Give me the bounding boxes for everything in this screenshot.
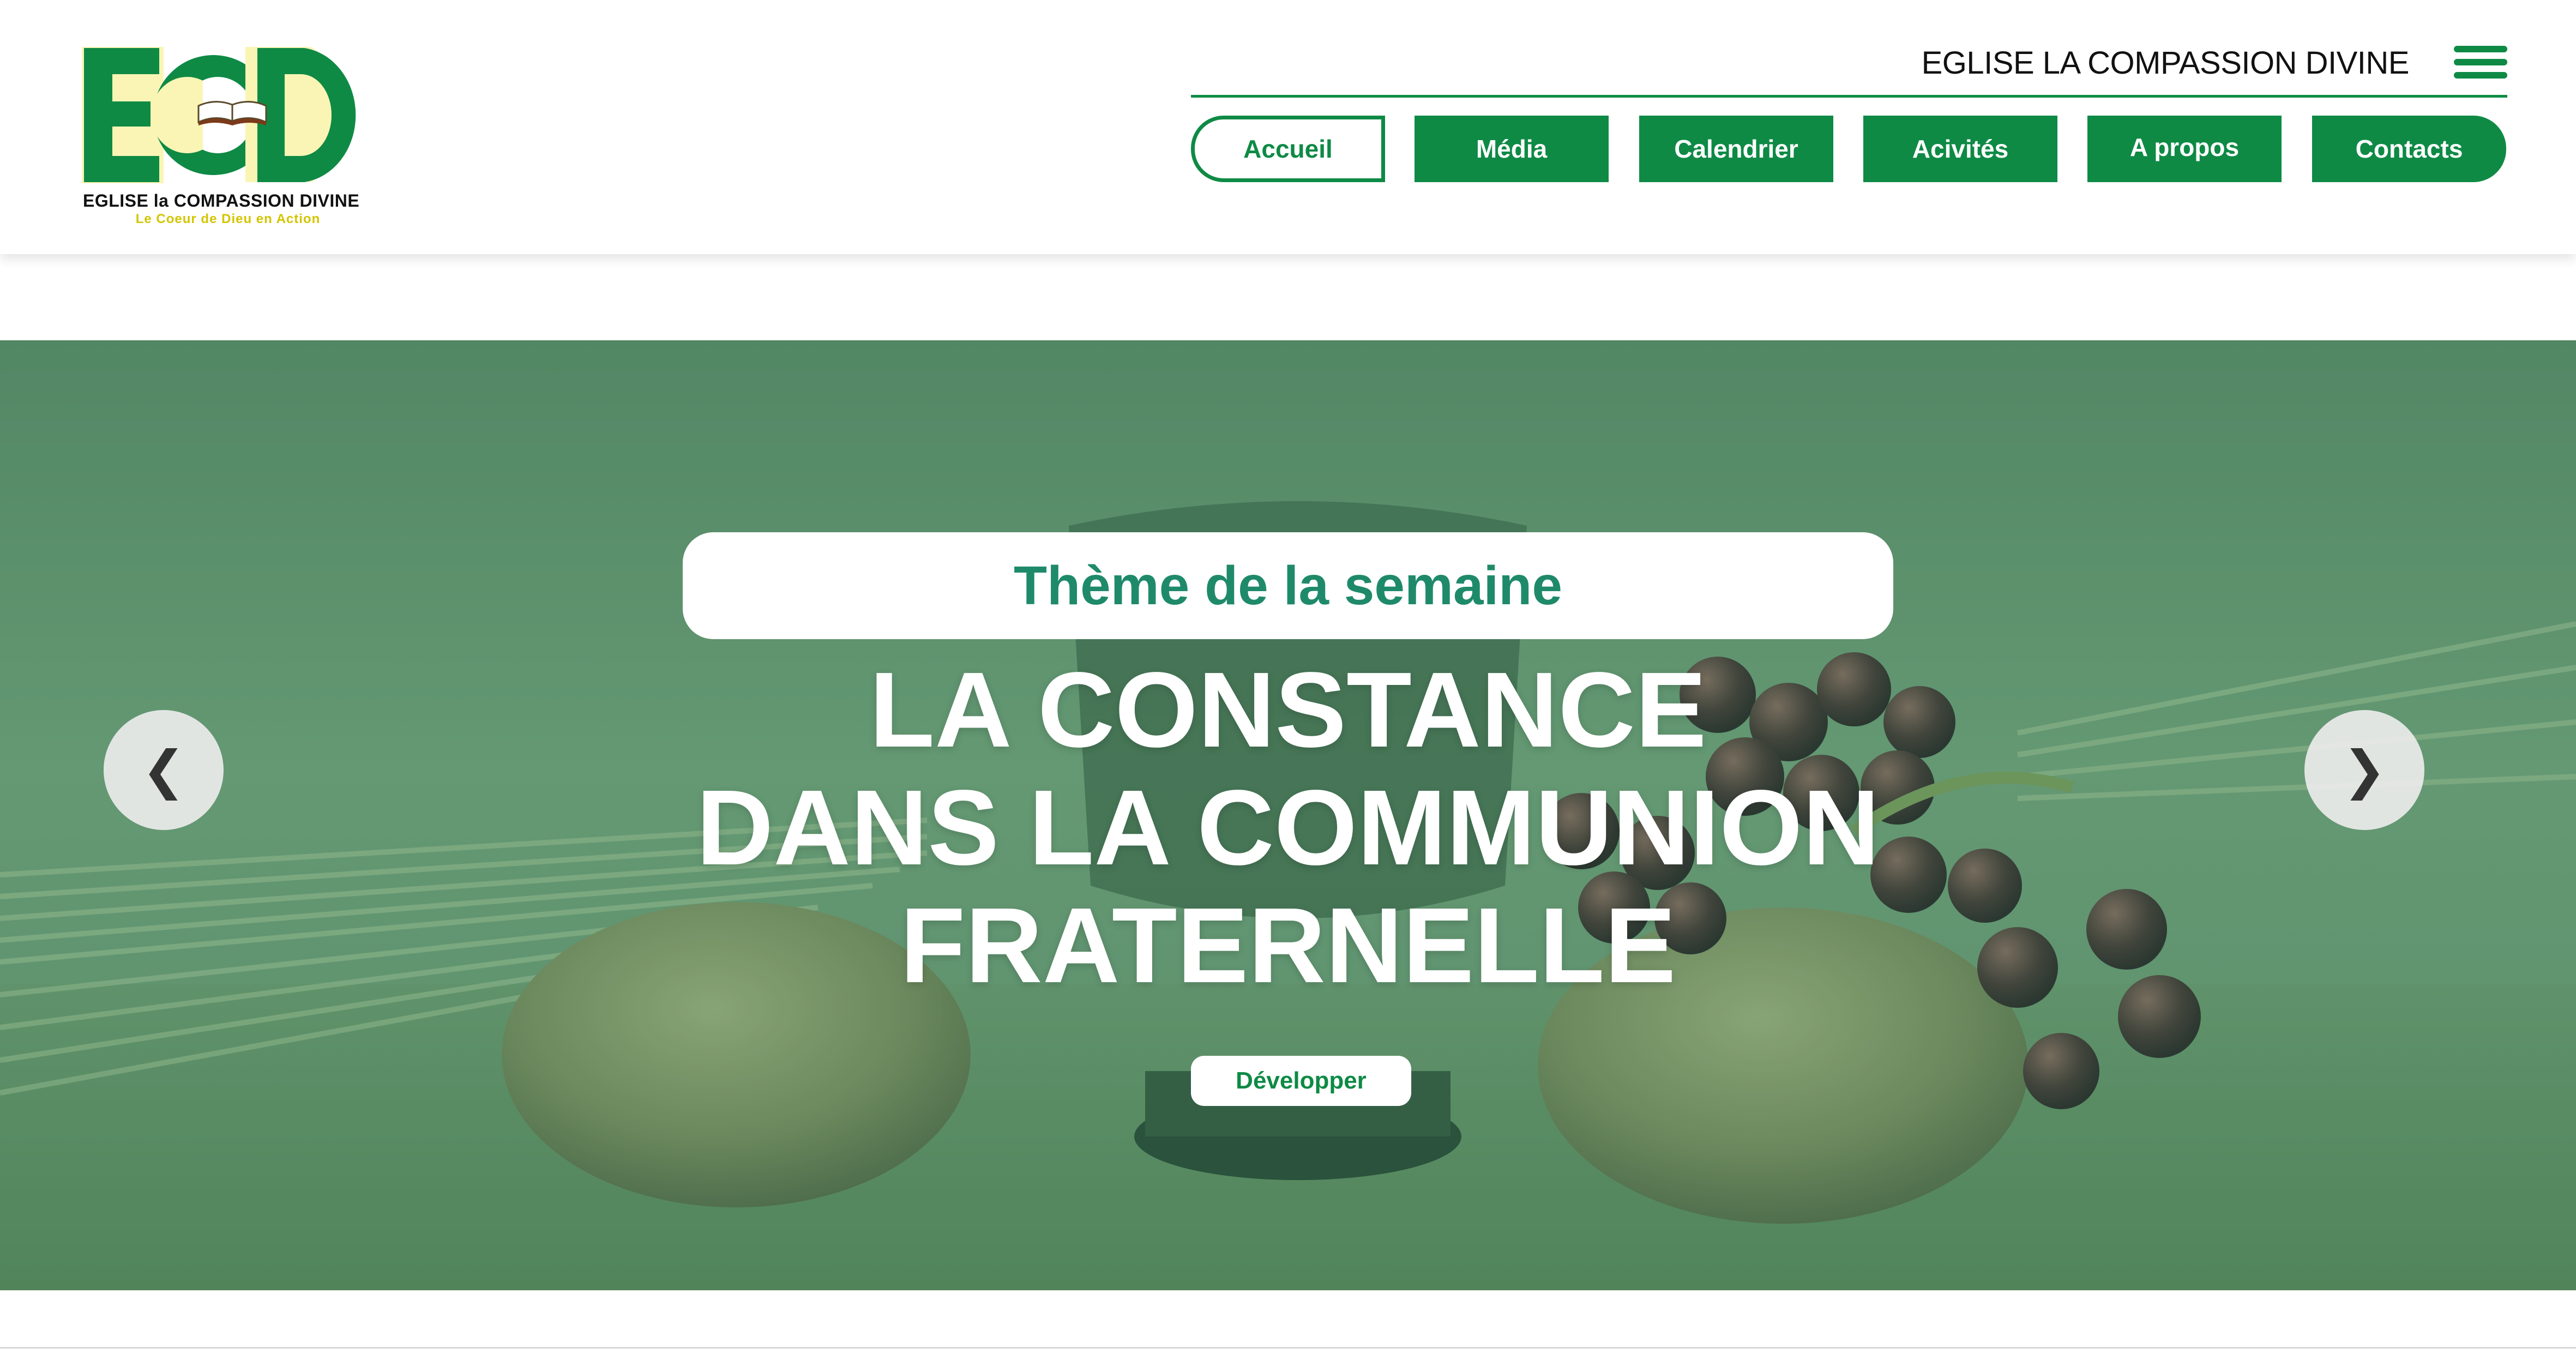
- hero-slider: Thème de la semaine LA CONSTANCE DANS LA…: [0, 340, 2576, 1290]
- nav-item-media[interactable]: Média: [1415, 116, 1609, 182]
- hero-headline-line-3: FRATERNELLE: [900, 886, 1676, 1005]
- nav-item-a-propos[interactable]: A propos: [2087, 116, 2282, 182]
- theme-of-the-week-label: Thème de la semaine: [683, 532, 1893, 639]
- chevron-left-icon: ❮: [141, 739, 186, 801]
- nav-item-activites[interactable]: Acivités: [1863, 116, 2057, 182]
- logo-name: EGLISE la COMPASSION DIVINE: [83, 191, 360, 211]
- hero-headline: LA CONSTANCE DANS LA COMMUNION FRATERNEL…: [627, 651, 1949, 1005]
- church-title: EGLISE LA COMPASSION DIVINE: [1921, 45, 2410, 81]
- develop-button[interactable]: Développer: [1191, 1056, 1411, 1106]
- hamburger-menu-icon[interactable]: [2454, 46, 2507, 79]
- nav-item-contacts[interactable]: Contacts: [2312, 116, 2506, 182]
- prev-slide-button[interactable]: ❮: [104, 710, 224, 830]
- open-book-icon: [197, 100, 267, 125]
- next-slide-button[interactable]: ❯: [2304, 710, 2424, 830]
- chevron-right-icon: ❯: [2342, 739, 2387, 801]
- header-divider: [1191, 95, 2507, 98]
- nav-item-accueil[interactable]: Accueil: [1191, 116, 1385, 182]
- site-header: EGLISE la COMPASSION DIVINE Le Coeur de …: [0, 0, 2576, 254]
- ecd-logo-mark: [82, 47, 356, 183]
- nav-item-calendrier[interactable]: Calendrier: [1639, 116, 1833, 182]
- ecd-logo[interactable]: EGLISE la COMPASSION DIVINE Le Coeur de …: [82, 43, 361, 233]
- logo-tagline: Le Coeur de Dieu en Action: [135, 212, 321, 226]
- hero-headline-line-2: DANS LA COMMUNION: [696, 768, 1880, 887]
- section-divider: [0, 1347, 2576, 1349]
- hero-headline-line-1: LA CONSTANCE: [869, 650, 1707, 769]
